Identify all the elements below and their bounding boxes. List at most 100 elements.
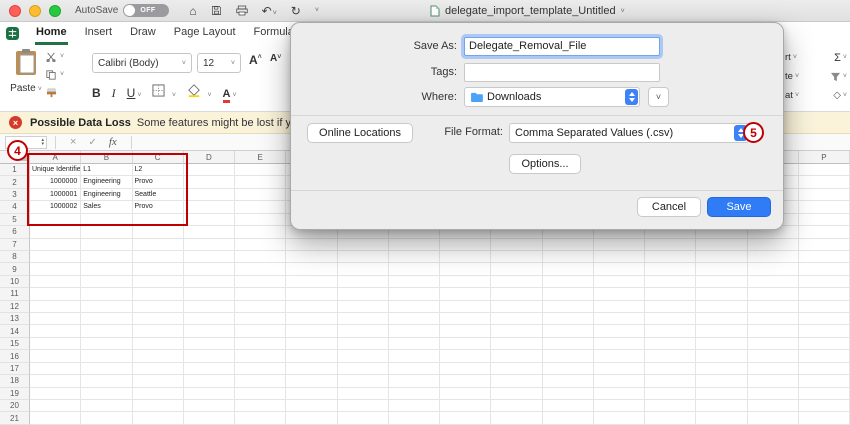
font-color-button[interactable]: A˅ xyxy=(223,84,237,102)
cell-M16[interactable] xyxy=(645,350,696,362)
cell-C3[interactable]: Seattle xyxy=(133,189,184,201)
cell-H19[interactable] xyxy=(389,388,440,400)
cell-N12[interactable] xyxy=(696,301,747,313)
underline-button[interactable]: U˅ xyxy=(127,84,142,102)
cell-N11[interactable] xyxy=(696,288,747,300)
insert-function-icon[interactable]: fx xyxy=(109,136,117,148)
cell-O12[interactable] xyxy=(748,301,799,313)
cell-C13[interactable] xyxy=(133,313,184,325)
cell-J11[interactable] xyxy=(491,288,542,300)
cell-F9[interactable] xyxy=(286,263,337,275)
column-header-B[interactable]: B xyxy=(81,151,132,164)
cell-P2[interactable] xyxy=(799,176,850,188)
cell-P14[interactable] xyxy=(799,325,850,337)
paste-button[interactable]: Paste˅ xyxy=(8,48,44,94)
print-icon[interactable] xyxy=(236,5,248,16)
save-icon[interactable] xyxy=(211,5,222,16)
cell-B16[interactable] xyxy=(81,350,132,362)
cell-I18[interactable] xyxy=(440,375,491,387)
cell-I19[interactable] xyxy=(440,388,491,400)
copy-button[interactable]: ˅ xyxy=(46,69,64,80)
cell-C6[interactable] xyxy=(133,226,184,238)
cell-M15[interactable] xyxy=(645,338,696,350)
cell-J21[interactable] xyxy=(491,412,542,424)
cell-O9[interactable] xyxy=(748,263,799,275)
cell-D14[interactable] xyxy=(184,325,235,337)
row-header-11[interactable]: 11 xyxy=(0,288,30,300)
cell-P8[interactable] xyxy=(799,251,850,263)
cell-N14[interactable] xyxy=(696,325,747,337)
cancel-button[interactable]: Cancel xyxy=(637,197,701,217)
cell-H16[interactable] xyxy=(389,350,440,362)
cell-F15[interactable] xyxy=(286,338,337,350)
cell-D4[interactable] xyxy=(184,201,235,213)
cell-E10[interactable] xyxy=(235,276,286,288)
cell-C8[interactable] xyxy=(133,251,184,263)
cell-I17[interactable] xyxy=(440,363,491,375)
cell-A19[interactable] xyxy=(30,388,81,400)
cell-N21[interactable] xyxy=(696,412,747,424)
cell-J12[interactable] xyxy=(491,301,542,313)
close-window-button[interactable] xyxy=(9,5,21,17)
cell-D9[interactable] xyxy=(184,263,235,275)
cell-O7[interactable] xyxy=(748,239,799,251)
cell-H9[interactable] xyxy=(389,263,440,275)
cell-E16[interactable] xyxy=(235,350,286,362)
cell-H14[interactable] xyxy=(389,325,440,337)
cell-P9[interactable] xyxy=(799,263,850,275)
cell-F11[interactable] xyxy=(286,288,337,300)
cell-D17[interactable] xyxy=(184,363,235,375)
cell-C9[interactable] xyxy=(133,263,184,275)
cell-D19[interactable] xyxy=(184,388,235,400)
document-title[interactable]: delegate_import_template_Untitled xyxy=(445,5,616,17)
cell-P20[interactable] xyxy=(799,400,850,412)
cell-B3[interactable]: Engineering xyxy=(81,189,132,201)
cell-D15[interactable] xyxy=(184,338,235,350)
redo-icon[interactable]: ↻ xyxy=(291,5,301,17)
cell-D12[interactable] xyxy=(184,301,235,313)
cell-K17[interactable] xyxy=(543,363,594,375)
cell-K11[interactable] xyxy=(543,288,594,300)
cell-G17[interactable] xyxy=(338,363,389,375)
cell-A17[interactable] xyxy=(30,363,81,375)
row-header-17[interactable]: 17 xyxy=(0,363,30,375)
cell-P7[interactable] xyxy=(799,239,850,251)
fill-color-button[interactable]: ˅ xyxy=(187,84,212,102)
cell-L13[interactable] xyxy=(594,313,645,325)
cell-F14[interactable] xyxy=(286,325,337,337)
cell-D11[interactable] xyxy=(184,288,235,300)
cell-F19[interactable] xyxy=(286,388,337,400)
enter-entry-icon[interactable]: ✓ xyxy=(88,137,96,148)
cell-E20[interactable] xyxy=(235,400,286,412)
cell-J20[interactable] xyxy=(491,400,542,412)
row-header-10[interactable]: 10 xyxy=(0,276,30,288)
cell-C11[interactable] xyxy=(133,288,184,300)
cell-O20[interactable] xyxy=(748,400,799,412)
cell-J10[interactable] xyxy=(491,276,542,288)
cell-K16[interactable] xyxy=(543,350,594,362)
cell-K19[interactable] xyxy=(543,388,594,400)
cell-C18[interactable] xyxy=(133,375,184,387)
cell-E17[interactable] xyxy=(235,363,286,375)
tab-insert[interactable]: Insert xyxy=(84,22,114,45)
cell-I13[interactable] xyxy=(440,313,491,325)
cell-P12[interactable] xyxy=(799,301,850,313)
row-header-20[interactable]: 20 xyxy=(0,400,30,412)
cell-B17[interactable] xyxy=(81,363,132,375)
cell-A7[interactable] xyxy=(30,239,81,251)
cell-G21[interactable] xyxy=(338,412,389,424)
cell-H11[interactable] xyxy=(389,288,440,300)
cell-D5[interactable] xyxy=(184,214,235,226)
cell-C2[interactable]: Provo xyxy=(133,176,184,188)
cell-L19[interactable] xyxy=(594,388,645,400)
cell-B18[interactable] xyxy=(81,375,132,387)
borders-button[interactable]: ˅ xyxy=(152,84,176,102)
cell-A1[interactable]: Unique Identifier xyxy=(30,164,81,176)
cell-B20[interactable] xyxy=(81,400,132,412)
row-header-9[interactable]: 9 xyxy=(0,263,30,275)
cell-M7[interactable] xyxy=(645,239,696,251)
row-header-2[interactable]: 2 xyxy=(0,176,30,188)
cell-K10[interactable] xyxy=(543,276,594,288)
bold-button[interactable]: B xyxy=(92,86,101,100)
cell-P3[interactable] xyxy=(799,189,850,201)
